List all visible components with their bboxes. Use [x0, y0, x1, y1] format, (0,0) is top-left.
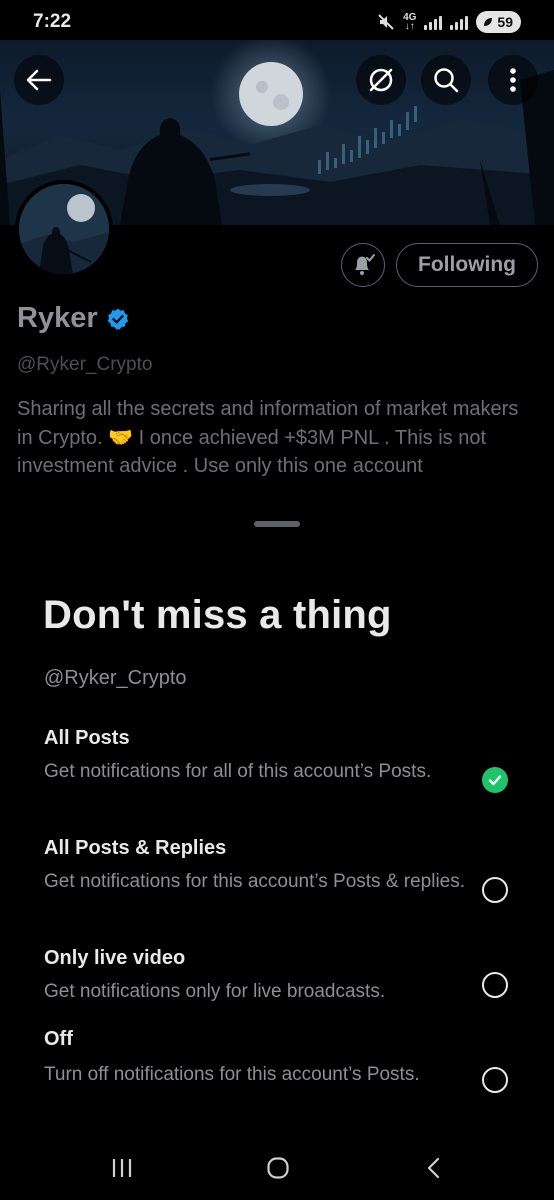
status-bar: 7:22 4G ↓↑ 59: [0, 0, 554, 42]
more-button[interactable]: [488, 55, 538, 105]
sheet-title: Don't miss a thing: [43, 593, 392, 637]
search-icon: [434, 68, 459, 93]
option-description: Get notifications for this account’s Pos…: [44, 871, 466, 892]
back-icon: [427, 1157, 440, 1179]
status-icons: 4G ↓↑ 59: [377, 11, 521, 33]
check-icon: [488, 775, 502, 786]
battery-level: 59: [497, 14, 513, 30]
sheet-handle: @Ryker_Crypto: [44, 667, 187, 689]
following-button[interactable]: Following: [396, 243, 538, 287]
radio-unselected[interactable]: [482, 877, 508, 903]
option-title: Only live video: [44, 947, 186, 969]
network-type: 4G ↓↑: [403, 12, 417, 32]
more-vertical-icon: [510, 68, 516, 92]
avatar[interactable]: [15, 180, 113, 278]
profile-name: Ryker: [17, 302, 98, 334]
back-button[interactable]: [14, 55, 64, 105]
recents-button[interactable]: [102, 1153, 142, 1183]
notification-settings-sheet: Don't miss a thing @Ryker_Crypto All Pos…: [0, 505, 554, 1200]
profile-bio: Sharing all the secrets and information …: [17, 398, 519, 477]
home-button[interactable]: [258, 1153, 298, 1183]
signal-icon-2: [450, 14, 469, 30]
notification-bell-button[interactable]: [341, 243, 385, 287]
radio-selected[interactable]: [482, 767, 508, 793]
option-description: Get notifications only for live broadcas…: [44, 981, 386, 1002]
battery-saver-icon: [484, 18, 493, 26]
signal-icon: [424, 14, 443, 30]
option-title: All Posts & Replies: [44, 837, 227, 859]
radio-unselected[interactable]: [482, 1067, 508, 1093]
bell-check-icon: [355, 254, 375, 275]
option-description: Get notifications for all of this accoun…: [44, 761, 432, 782]
option-description: Turn off notifications for this account’…: [44, 1064, 420, 1085]
system-navigation-bar: [0, 1135, 554, 1200]
nav-back-button[interactable]: [414, 1153, 454, 1183]
home-icon: [267, 1157, 289, 1179]
battery-indicator: 59: [476, 11, 521, 33]
radio-unselected[interactable]: [482, 972, 508, 998]
option-title: All Posts: [44, 727, 130, 749]
status-time: 7:22: [33, 11, 72, 32]
arrow-left-icon: [26, 69, 52, 91]
sheet-drag-handle[interactable]: [254, 521, 300, 527]
search-button[interactable]: [421, 55, 471, 105]
verified-badge-icon: [107, 308, 128, 329]
profile-name-row: Ryker: [17, 302, 130, 335]
recents-icon: [112, 1159, 132, 1177]
grok-button[interactable]: [356, 55, 406, 105]
option-title: Off: [44, 1028, 73, 1050]
profile-handle: @Ryker_Crypto: [17, 354, 153, 375]
avatar-image: [19, 184, 109, 274]
mute-icon: [377, 13, 395, 31]
no-crypto-icon: [369, 68, 393, 92]
